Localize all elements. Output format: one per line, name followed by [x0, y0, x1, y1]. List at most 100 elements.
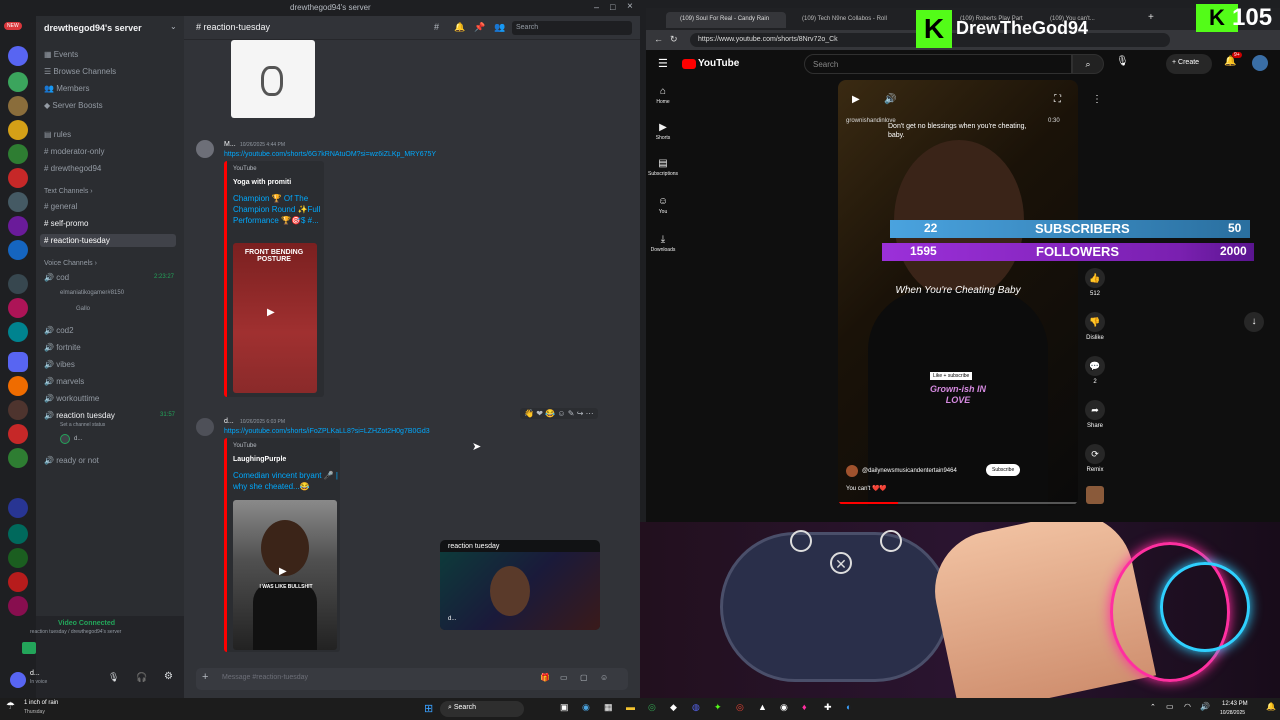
- server-icon[interactable]: [8, 72, 28, 92]
- voice-channel-cod2[interactable]: 🔊 cod2: [44, 326, 74, 335]
- audio-thumbnail[interactable]: [1086, 486, 1104, 504]
- plus-icon[interactable]: +: [202, 671, 208, 683]
- embed-author[interactable]: LaughingPurple: [233, 456, 286, 463]
- nav-subscriptions[interactable]: ▤ Subscriptions: [648, 158, 678, 177]
- pin-icon[interactable]: 📌: [474, 22, 485, 33]
- avatar[interactable]: [196, 418, 214, 436]
- server-icon[interactable]: [8, 572, 28, 592]
- message-composer[interactable]: + Message #reaction-tuesday 🎁 ▭ ▢ ☺: [196, 668, 628, 690]
- embed-title[interactable]: Champion 🏆 Of The Champion Round ✨Full P…: [233, 193, 323, 226]
- volume-icon[interactable]: 🔊: [1200, 702, 1210, 711]
- progress-track[interactable]: [838, 502, 1078, 504]
- fullscreen-icon[interactable]: ⛶: [1054, 94, 1061, 105]
- obs-icon[interactable]: ◉: [780, 702, 788, 713]
- channel-reaction-tuesday[interactable]: # reaction-tuesday: [40, 234, 176, 247]
- clock-date[interactable]: 10/28/2025: [1220, 710, 1245, 716]
- arrow-down-icon[interactable]: ↓: [1244, 312, 1264, 332]
- server-icon[interactable]: [8, 448, 28, 468]
- avatar[interactable]: [1252, 55, 1268, 71]
- voice-channel-cod[interactable]: 🔊 cod: [44, 273, 69, 282]
- message-author[interactable]: d...: [224, 418, 234, 425]
- create-button[interactable]: + Create: [1166, 54, 1212, 74]
- app-icon[interactable]: ◐: [846, 702, 851, 712]
- channel-status[interactable]: Set a channel status: [60, 422, 105, 428]
- gif-icon[interactable]: ▭: [560, 673, 568, 682]
- chrome-icon[interactable]: ◎: [736, 702, 744, 713]
- reaction-icon[interactable]: 👋: [524, 409, 534, 418]
- store-icon[interactable]: ▦: [604, 702, 613, 713]
- search-input[interactable]: Search: [804, 54, 1072, 74]
- network-icon[interactable]: ▭: [1166, 702, 1174, 711]
- embed-thumbnail[interactable]: [231, 40, 315, 118]
- play-icon[interactable]: ▶: [852, 94, 860, 105]
- task-view-icon[interactable]: ▣: [560, 702, 569, 713]
- members-icon[interactable]: 👥: [494, 22, 505, 33]
- menu-browse-channels[interactable]: ☰ Browse Channels: [44, 67, 116, 76]
- voice-channel-vibes[interactable]: 🔊 vibes: [44, 360, 75, 369]
- server-icon[interactable]: [8, 144, 28, 164]
- message-link[interactable]: https://youtube.com/shorts/6G7kRNAtuOM?s…: [224, 151, 436, 158]
- voice-channel-reaction-tuesday[interactable]: 🔊 reaction tuesday: [44, 411, 115, 420]
- mic-icon[interactable]: 🎙: [1116, 56, 1129, 67]
- minimize-icon[interactable]: –: [594, 2, 599, 12]
- chevron-down-icon[interactable]: ⌄: [170, 22, 177, 31]
- avatar[interactable]: [10, 672, 26, 688]
- windows-start-icon[interactable]: ⊞: [424, 702, 433, 715]
- youtube-logo-icon[interactable]: [682, 59, 696, 69]
- voice-channel-fortnite[interactable]: 🔊 fortnite: [44, 343, 81, 352]
- server-icon[interactable]: [8, 192, 28, 212]
- search-icon[interactable]: ⌕: [1072, 54, 1104, 74]
- embed-author[interactable]: Yoga with promiti: [233, 179, 291, 186]
- channel-general[interactable]: # general: [44, 202, 77, 211]
- search-input[interactable]: Search: [512, 21, 632, 35]
- app-icon[interactable]: ▲: [758, 702, 767, 712]
- gift-icon[interactable]: 🎁: [540, 673, 550, 682]
- app-icon[interactable]: ◆: [670, 702, 677, 713]
- new-tab-icon[interactable]: +: [1148, 12, 1154, 23]
- volume-icon[interactable]: 🔊: [884, 94, 896, 105]
- message-author[interactable]: M...: [224, 141, 236, 148]
- chrome-icon[interactable]: ◎: [648, 702, 656, 713]
- server-icon[interactable]: [8, 120, 28, 140]
- server-icon[interactable]: [8, 498, 28, 518]
- mic-icon[interactable]: 🎙: [108, 672, 119, 683]
- close-icon[interactable]: ×: [627, 1, 633, 12]
- voice-category[interactable]: Voice Channels ›: [44, 260, 97, 267]
- voice-user[interactable]: d...: [74, 436, 82, 442]
- menu-events[interactable]: ▦ Events: [44, 50, 78, 59]
- browser-tab[interactable]: (109) Soul For Real - Candy Rain: [666, 12, 786, 28]
- channel-self-promo[interactable]: # self-promo: [44, 219, 88, 228]
- server-name[interactable]: drewthegod94's server: [44, 23, 142, 33]
- server-icon[interactable]: [8, 46, 28, 66]
- server-icon[interactable]: [8, 96, 28, 116]
- discord-icon[interactable]: ◍: [692, 702, 700, 713]
- avatar[interactable]: [846, 465, 858, 477]
- nav-shorts[interactable]: ▶ Shorts: [648, 122, 678, 141]
- back-icon[interactable]: ←: [654, 34, 663, 44]
- browser-tab[interactable]: (109) Tech N9ne Collabos - Roll: [788, 12, 908, 28]
- sticker-icon[interactable]: ▢: [580, 673, 588, 682]
- hamburger-icon[interactable]: ☰: [658, 57, 668, 70]
- channel-drewthegod94[interactable]: # drewthegod94: [44, 164, 101, 173]
- nav-downloads[interactable]: ⤓ Downloads: [648, 234, 678, 253]
- reload-icon[interactable]: ↻: [670, 34, 678, 45]
- voice-channel-ready-or-not[interactable]: 🔊 ready or not: [44, 456, 99, 465]
- app-icon[interactable]: ♦: [802, 702, 807, 712]
- avatar[interactable]: [60, 434, 70, 444]
- comments-button[interactable]: 💬 2: [1082, 356, 1108, 385]
- server-icon[interactable]: [8, 216, 28, 236]
- bell-icon[interactable]: 🔔: [454, 22, 465, 33]
- voice-channel-marvels[interactable]: 🔊 marvels: [44, 377, 84, 386]
- voice-user[interactable]: Gallo: [76, 306, 90, 312]
- emoji-icon[interactable]: ☺: [557, 409, 565, 418]
- threads-icon[interactable]: #: [434, 22, 439, 32]
- maximize-icon[interactable]: □: [610, 2, 615, 12]
- server-icon[interactable]: [8, 240, 28, 260]
- reaction-icon[interactable]: 😂: [545, 409, 555, 418]
- edit-icon[interactable]: ✎: [568, 409, 575, 418]
- server-icon[interactable]: [8, 352, 28, 372]
- subscribe-button[interactable]: Subscribe: [986, 464, 1021, 476]
- more-icon[interactable]: ⋯: [586, 409, 594, 418]
- channel-rules[interactable]: ▤ rules: [44, 130, 71, 139]
- edge-icon[interactable]: ◉: [582, 702, 590, 713]
